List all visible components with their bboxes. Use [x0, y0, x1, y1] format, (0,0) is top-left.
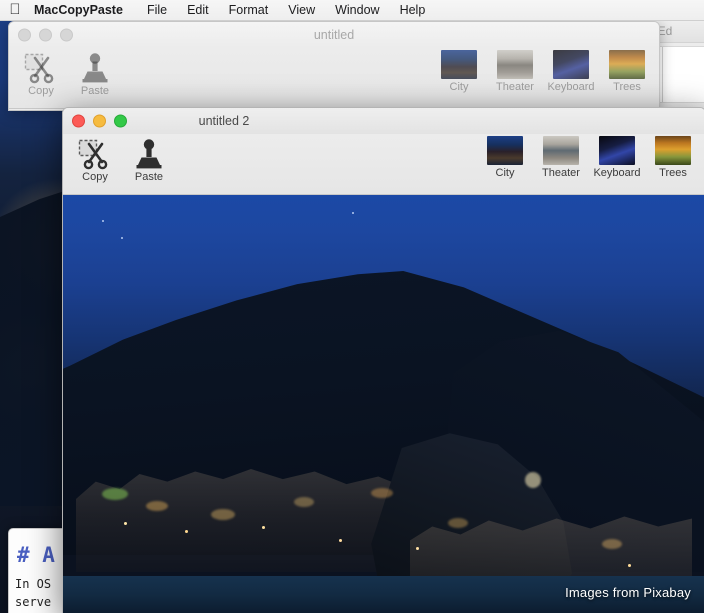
markdown-line-2: serve	[15, 595, 52, 609]
window-light	[416, 546, 420, 550]
window-light	[339, 538, 343, 542]
thumbnail-trees-label-untitled: Trees	[613, 81, 641, 93]
paste-button[interactable]: Paste	[125, 136, 173, 183]
paste-button-label-untitled: Paste	[80, 85, 110, 97]
thumbnail-trees-label: Trees	[659, 167, 687, 179]
menu-item-format[interactable]: Format	[219, 0, 279, 20]
street-light-glow	[602, 538, 623, 549]
editor-pane-preview	[663, 47, 704, 102]
scissors-icon	[24, 50, 58, 84]
window-title-untitled: untitled	[313, 28, 355, 42]
street-light-glow	[294, 496, 315, 507]
toolbar-thumbnails: City Theater Keyboard Trees	[479, 136, 699, 179]
window-light	[123, 521, 127, 525]
window-light	[184, 530, 188, 534]
menu-item-view[interactable]: View	[278, 0, 325, 20]
street-light-glow	[448, 517, 469, 528]
street-light-glow	[525, 471, 542, 488]
toolbar-actions-untitled: Copy Paste	[17, 50, 119, 97]
keyboard-thumbnail	[599, 136, 635, 165]
city-thumbnail	[487, 136, 523, 165]
keyboard-thumbnail	[553, 50, 589, 79]
city-thumbnail	[441, 50, 477, 79]
screen: x.md — Ed # A In OS serve untitled	[0, 0, 704, 613]
copy-button[interactable]: Copy	[71, 136, 119, 183]
trees-thumbnail	[609, 50, 645, 79]
stamp-icon	[132, 136, 166, 170]
window-untitled-2[interactable]: untitled 2 Copy Paste City Theater Keybo…	[62, 107, 704, 613]
toolbar-thumbnails-untitled: City Theater Keyboard Trees	[433, 50, 653, 93]
theater-thumbnail	[497, 50, 533, 79]
toolbar-untitled-2: Copy Paste City Theater Keyboard Trees	[63, 134, 704, 195]
thumbnail-keyboard[interactable]: Keyboard	[591, 136, 643, 179]
thumbnail-city-label: City	[495, 167, 515, 179]
thumbnail-city-label-untitled: City	[449, 81, 469, 93]
window-light	[262, 526, 266, 529]
street-light-glow	[101, 488, 128, 501]
thumbnail-keyboard-untitled[interactable]: Keyboard	[545, 50, 597, 93]
image-watermark: Images from Pixabay	[565, 585, 691, 600]
thumbnail-trees[interactable]: Trees	[647, 136, 699, 179]
thumbnail-trees-untitled[interactable]: Trees	[601, 50, 653, 93]
image-canvas[interactable]: Images from Pixabay	[63, 195, 704, 613]
thumbnail-theater[interactable]: Theater	[535, 136, 587, 179]
menu-item-file[interactable]: File	[137, 0, 177, 20]
apple-logo-icon[interactable]: 	[0, 2, 30, 19]
menu-item-help[interactable]: Help	[390, 0, 436, 20]
background-editor-window-2[interactable]: # A In OS serve	[8, 528, 66, 613]
menu-item-edit[interactable]: Edit	[177, 0, 219, 20]
titlebar-untitled-2[interactable]: untitled 2	[63, 108, 704, 134]
markdown-line-1: In OS	[15, 577, 52, 591]
theater-thumbnail	[543, 136, 579, 165]
copy-button-label: Copy	[82, 171, 108, 183]
street-light-glow	[146, 500, 169, 511]
scissors-icon	[78, 136, 112, 170]
toolbar-actions-untitled-2: Copy Paste	[71, 136, 173, 183]
markdown-heading: # A	[17, 543, 55, 567]
window-untitled[interactable]: untitled Copy Paste City Theater Keyboar…	[8, 21, 660, 111]
street-light-glow	[210, 509, 235, 521]
toolbar-untitled: Copy Paste City Theater Keyboard Trees	[9, 48, 659, 109]
thumbnail-city[interactable]: City	[479, 136, 531, 179]
copy-button-untitled[interactable]: Copy	[17, 50, 65, 97]
copy-button-label-untitled: Copy	[28, 85, 54, 97]
thumbnail-keyboard-label: Keyboard	[593, 167, 641, 179]
trees-thumbnail	[655, 136, 691, 165]
manarola-night-photo: Images from Pixabay	[63, 195, 704, 613]
thumbnail-theater-untitled[interactable]: Theater	[489, 50, 541, 93]
street-light-glow	[371, 488, 394, 499]
menu-bar[interactable]:  MacCopyPaste File Edit Format View Win…	[0, 0, 704, 21]
paste-button-untitled[interactable]: Paste	[71, 50, 119, 97]
titlebar-untitled[interactable]: untitled	[9, 22, 659, 48]
thumbnail-keyboard-label-untitled: Keyboard	[547, 81, 595, 93]
menu-item-window[interactable]: Window	[325, 0, 389, 20]
window-light	[627, 563, 631, 567]
window-title-untitled-2: untitled 2	[198, 114, 250, 128]
paste-button-label: Paste	[134, 171, 164, 183]
menu-app-name[interactable]: MacCopyPaste	[30, 0, 137, 20]
thumbnail-theater-label-untitled: Theater	[496, 81, 534, 93]
photo-village-lights	[63, 195, 704, 613]
stamp-icon	[78, 50, 112, 84]
thumbnail-city-untitled[interactable]: City	[433, 50, 485, 93]
thumbnail-theater-label: Theater	[542, 167, 580, 179]
